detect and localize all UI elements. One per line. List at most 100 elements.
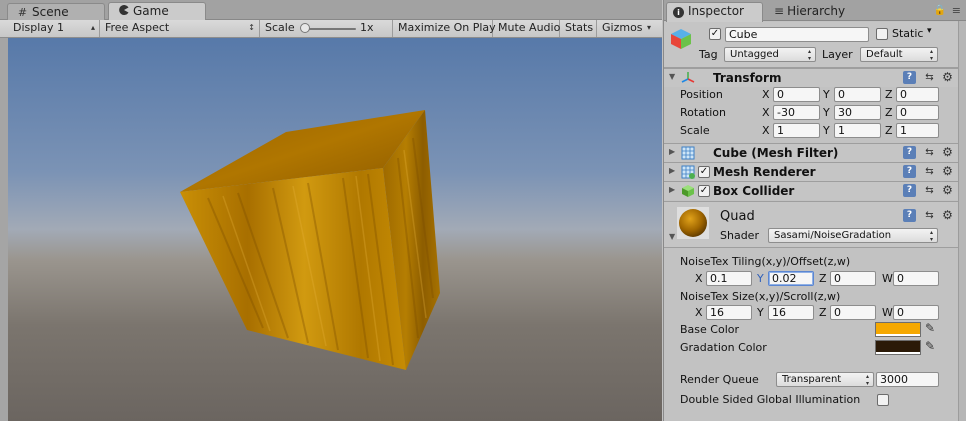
gradation-color-swatch[interactable] xyxy=(875,340,921,355)
preset-icon[interactable]: ⇆ xyxy=(923,146,936,159)
rotation-x-label[interactable]: X xyxy=(762,106,770,119)
size-x-label[interactable]: X xyxy=(695,306,703,319)
maximize-on-play-button[interactable]: Maximize On Play xyxy=(393,20,496,37)
panel-menu-icon[interactable]: ≡ xyxy=(952,4,961,17)
tab-hierarchy[interactable]: ≡ Hierarchy xyxy=(768,3,863,21)
aspect-dropdown[interactable]: Free Aspect ↕ xyxy=(100,20,260,37)
tab-game-label: Game xyxy=(133,4,169,18)
double-sided-gi-checkbox[interactable] xyxy=(877,394,889,406)
position-x-field[interactable]: 0 xyxy=(773,87,820,102)
size-z-label[interactable]: Z xyxy=(819,306,827,319)
stats-button[interactable]: Stats xyxy=(560,20,597,37)
transform-header[interactable]: ▼ Transform ? ⇆ ⚙ xyxy=(664,68,959,87)
scale-y-field[interactable]: 1 xyxy=(834,123,881,138)
mesh-filter-header[interactable]: ▶ Cube (Mesh Filter) ? ⇆ ⚙ xyxy=(664,143,959,162)
active-checkbox[interactable]: ✓ xyxy=(709,28,721,40)
aspect-label: Free Aspect xyxy=(105,21,170,34)
transform-body: Position X 0 Y 0 Z 0 Rotation X -30 Y 30… xyxy=(664,87,959,145)
scale-slider-track[interactable] xyxy=(304,28,356,30)
scale-x-label[interactable]: X xyxy=(762,124,770,137)
size-x-field[interactable]: 16 xyxy=(706,305,752,320)
tiling-y-label[interactable]: Y xyxy=(757,272,764,285)
mesh-renderer-enabled-checkbox[interactable]: ✓ xyxy=(698,166,710,178)
rotation-x-field[interactable]: -30 xyxy=(773,105,820,120)
layer-dropdown[interactable]: Default xyxy=(860,47,938,62)
rotation-z-label[interactable]: Z xyxy=(885,106,893,119)
material-preview-thumbnail[interactable] xyxy=(677,207,709,239)
gear-icon[interactable]: ⚙ xyxy=(941,165,954,178)
gear-icon[interactable]: ⚙ xyxy=(941,71,954,84)
rotation-y-label[interactable]: Y xyxy=(823,106,830,119)
preset-icon[interactable]: ⇆ xyxy=(923,71,936,84)
gear-icon[interactable]: ⚙ xyxy=(941,209,954,222)
position-z-field[interactable]: 0 xyxy=(896,87,939,102)
render-queue-field[interactable]: 3000 xyxy=(876,372,939,387)
preset-icon[interactable]: ⇆ xyxy=(923,165,936,178)
size-y-label[interactable]: Y xyxy=(757,306,764,319)
tiling-w-field[interactable]: 0 xyxy=(893,271,939,286)
position-y-field[interactable]: 0 xyxy=(834,87,881,102)
help-icon[interactable]: ? xyxy=(903,165,916,178)
help-icon[interactable]: ? xyxy=(903,209,916,222)
tab-scene[interactable]: # Scene xyxy=(7,3,105,20)
tiling-y-field[interactable]: 0.02 xyxy=(768,271,814,286)
tiling-z-field[interactable]: 0 xyxy=(830,271,876,286)
help-icon[interactable]: ? xyxy=(903,71,916,84)
static-checkbox[interactable] xyxy=(876,28,888,40)
mute-audio-button[interactable]: Mute Audio xyxy=(493,20,560,37)
render-queue-dropdown[interactable]: Transparent xyxy=(776,372,874,387)
size-y-field[interactable]: 16 xyxy=(768,305,814,320)
foldout-expanded-icon[interactable]: ▼ xyxy=(669,72,675,81)
eyedropper-icon[interactable]: ✎ xyxy=(925,321,935,335)
size-w-label[interactable]: W xyxy=(882,306,893,319)
static-dropdown-icon[interactable]: ▾ xyxy=(927,26,932,36)
base-color-swatch[interactable] xyxy=(875,322,921,337)
tab-inspector[interactable]: i Inspector xyxy=(666,2,763,22)
tag-dropdown[interactable]: Untagged xyxy=(724,47,816,62)
inspector-scrollbar[interactable] xyxy=(958,21,966,421)
scale-control: Scale 1x xyxy=(260,20,393,37)
shader-dropdown[interactable]: Sasami/NoiseGradation xyxy=(768,228,938,243)
rotation-y-field[interactable]: 30 xyxy=(834,105,881,120)
inspector-panel: i Inspector ≡ Hierarchy 🔒 ≡ ✓ Cube Static … xyxy=(663,0,966,421)
preset-icon[interactable]: ⇆ xyxy=(923,184,936,197)
scale-y-label[interactable]: Y xyxy=(823,124,830,137)
position-y-label[interactable]: Y xyxy=(823,88,830,101)
display-label: Display 1 xyxy=(13,21,65,34)
position-label: Position xyxy=(680,88,723,101)
tiling-w-label[interactable]: W xyxy=(882,272,893,285)
tiling-x-field[interactable]: 0.1 xyxy=(706,271,752,286)
scale-slider-handle[interactable] xyxy=(300,23,310,33)
gear-icon[interactable]: ⚙ xyxy=(941,146,954,159)
position-z-label[interactable]: Z xyxy=(885,88,893,101)
foldout-collapsed-icon[interactable]: ▶ xyxy=(669,166,675,175)
help-icon[interactable]: ? xyxy=(903,146,916,159)
help-icon[interactable]: ? xyxy=(903,184,916,197)
game-toolbar: Display 1 ▴ Free Aspect ↕ Scale 1x Maxim… xyxy=(0,20,662,38)
object-name-field[interactable]: Cube xyxy=(725,27,869,42)
scale-z-field[interactable]: 1 xyxy=(896,123,939,138)
foldout-expanded-icon[interactable]: ▼ xyxy=(669,232,675,241)
tab-game[interactable]: Game xyxy=(108,2,206,21)
size-w-field[interactable]: 0 xyxy=(893,305,939,320)
lock-icon[interactable]: 🔒 xyxy=(934,5,946,16)
foldout-collapsed-icon[interactable]: ▶ xyxy=(669,185,675,194)
mesh-renderer-header[interactable]: ▶ ✓ Mesh Renderer ? ⇆ ⚙ xyxy=(664,162,959,181)
preset-icon[interactable]: ⇆ xyxy=(923,209,936,222)
pacman-icon xyxy=(117,4,130,18)
game-viewport[interactable] xyxy=(8,38,662,421)
display-dropdown[interactable]: Display 1 ▴ xyxy=(8,20,100,37)
tiling-z-label[interactable]: Z xyxy=(819,272,827,285)
eyedropper-icon[interactable]: ✎ xyxy=(925,339,935,353)
box-collider-enabled-checkbox[interactable]: ✓ xyxy=(698,185,710,197)
tiling-x-label[interactable]: X xyxy=(695,272,703,285)
scale-x-field[interactable]: 1 xyxy=(773,123,820,138)
position-x-label[interactable]: X xyxy=(762,88,770,101)
scale-z-label[interactable]: Z xyxy=(885,124,893,137)
rotation-z-field[interactable]: 0 xyxy=(896,105,939,120)
box-collider-header[interactable]: ▶ ✓ Box Collider ? ⇆ ⚙ xyxy=(664,181,959,200)
gizmos-dropdown[interactable]: Gizmos ▾ xyxy=(597,20,655,37)
foldout-collapsed-icon[interactable]: ▶ xyxy=(669,147,675,156)
gear-icon[interactable]: ⚙ xyxy=(941,184,954,197)
size-z-field[interactable]: 0 xyxy=(830,305,876,320)
